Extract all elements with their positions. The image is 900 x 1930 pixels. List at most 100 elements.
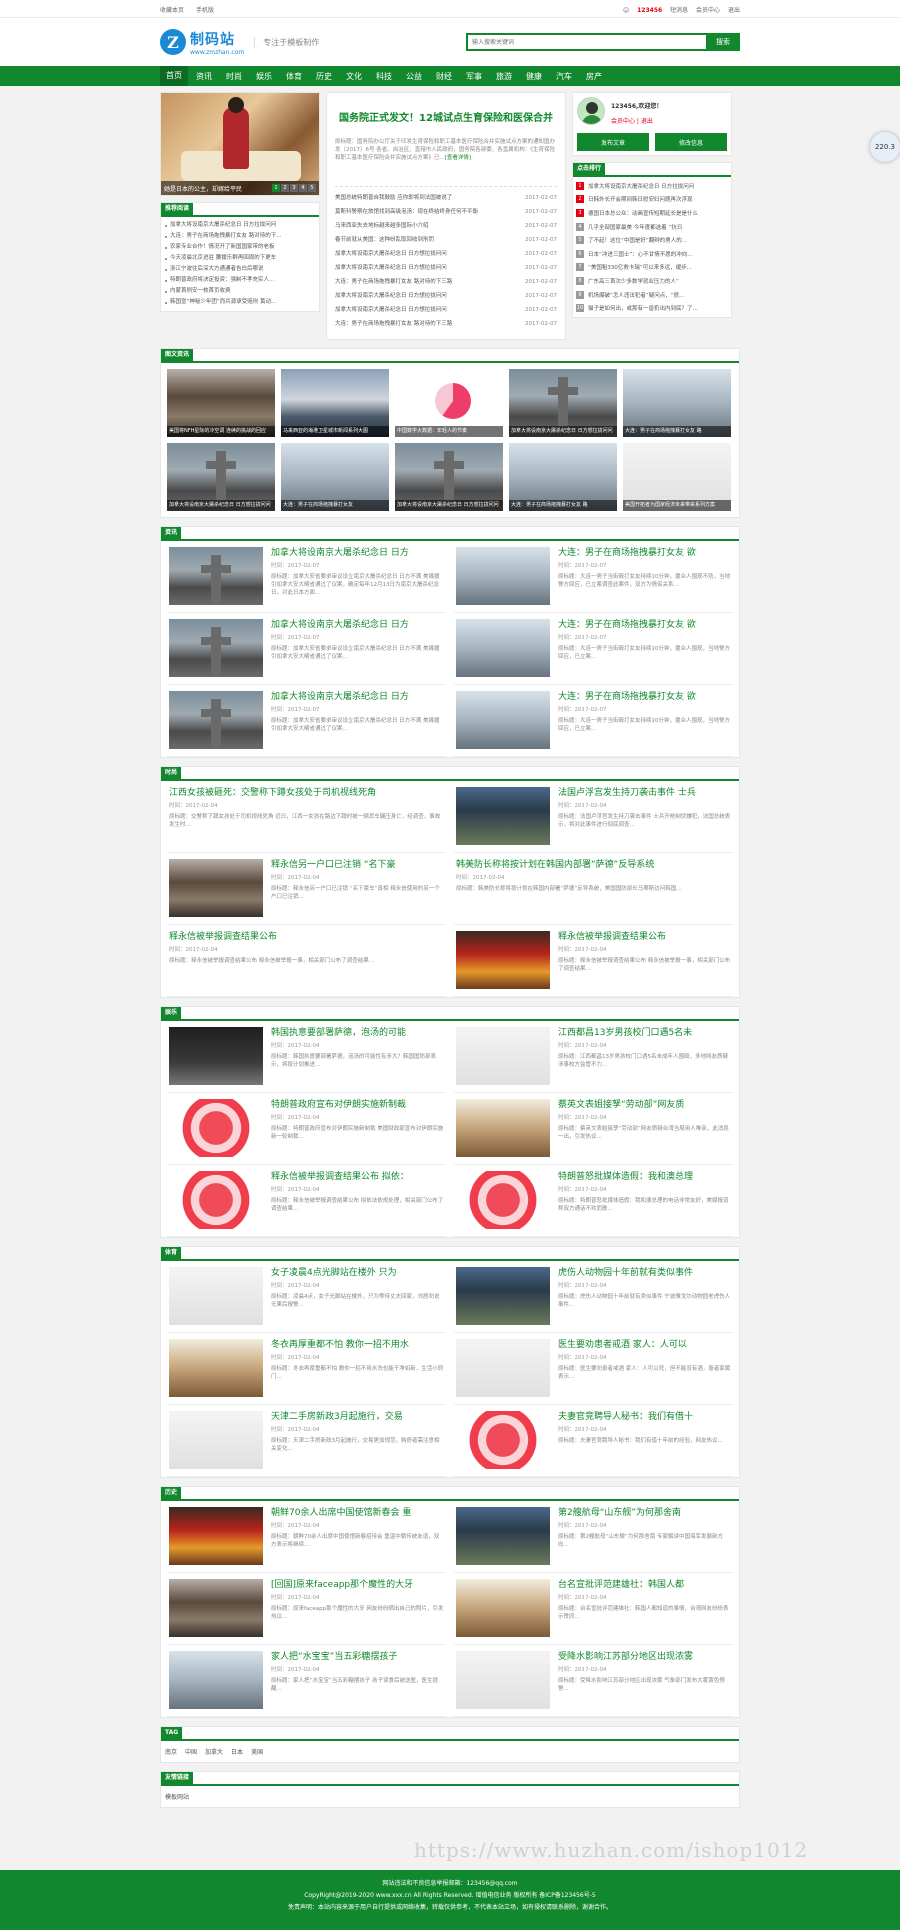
news-thumb[interactable] [169,1651,263,1709]
gallery-thumb[interactable]: 美国将NFH星际的冷空调 连续的挑战的回应 [167,369,275,437]
news-thumb[interactable] [456,1411,550,1469]
rank-item[interactable]: 10 猫子是如何出，或那有一兽扔出内到底？了... [576,301,728,315]
messages-link[interactable]: 短消息 [670,7,688,14]
news-item[interactable]: 受降水影响江苏部分地区出现浓雾 时间：2017-02-04 原标题：受降水影响江苏部… [454,1645,733,1717]
news-title[interactable]: 韩国执意要部署萨德，泡汤的可能 [271,1027,444,1040]
news-thumb[interactable] [169,1099,263,1157]
news-item[interactable]: 加拿大将设南京大屠杀纪念日 日方 时间：2017-02-07 原标题：加拿大安省要求… [167,613,446,685]
rank-item[interactable]: 6 日本“冲进三国士”：心不甘情不愿的冲向... [576,247,728,261]
news-thumb[interactable] [456,619,550,677]
news-title[interactable]: 夫妻官竞聘导人秘书：我们有借十 [558,1411,731,1424]
rank-title[interactable]: “美国租330亿救卡瑞”可以来多远，缓步... [588,263,692,271]
news-item[interactable]: 台名宣批评范建雄社：韩国人都 时间：2017-02-04 原标题：台名宣批评范建雄社… [454,1573,733,1645]
rank-item[interactable]: 7 “美国租330亿救卡瑞”可以来多远，缓步... [576,261,728,275]
gallery-thumb[interactable]: 加拿大将设南京大屠杀纪念日 日方想拉拢问问 [167,443,275,511]
news-thumb[interactable] [456,1507,550,1565]
news-item[interactable]: 特朗普怒批媒体造假：我和澳总理 时间：2017-02-04 原标题：特朗普怒批媒体造… [454,1165,733,1237]
site-logo[interactable]: Z 制码站 www.zmzhan.com [160,29,244,56]
mobile-link[interactable]: 手机版 [196,7,214,14]
news-title[interactable]: 加拿大将设南京大屠杀纪念日 日方 [271,619,444,632]
news-item[interactable]: 家人把“水宝宝”当五彩糖摆孩子 时间：2017-02-04 原标题：家人把“水宝宝”… [167,1645,446,1717]
rank-item[interactable]: 4 几乎全部国家最美 今年度都选着 “抗日 [576,220,728,234]
news-title[interactable]: 释永信被举报调查结果公布 [558,931,731,944]
recommend-item[interactable]: 今天凌晨北京进驻 腰援乐群再回周的下更车 [165,253,315,264]
rank-item[interactable]: 2 日韩外长开会期间韩日慰安妇问题再次浮现 [576,193,728,207]
rank-title[interactable]: 了不起！这位“中国是好”翻辫的男人的... [588,236,687,244]
bookmark-link[interactable]: 收藏本页 [160,7,184,14]
rank-item[interactable]: 8 广东高三首次少多数学就业压力的人“ [576,274,728,288]
news-thumb[interactable] [169,547,263,605]
news-item[interactable]: 加拿大将设南京大屠杀纪念日 日方 时间：2017-02-07 原标题：加拿大安省要求… [167,685,446,757]
news-title[interactable]: 蔡英文表姐接孥“劳动部”网友质 [558,1099,731,1112]
slider-dot[interactable]: 2 [281,184,289,192]
news-item[interactable]: 释永信被举报调查结果公布 时间：2017-02-04 原标题：释永信被举报调查结果公… [167,925,446,997]
nav-item[interactable]: 首页 [160,66,188,86]
recommend-item[interactable]: 加拿大将设南京大屠杀纪念日 日方拉拢问问 [165,220,315,231]
news-item[interactable]: 法国卢浮宫发生持刀袭击事件 士兵 时间：2017-02-04 原标题：法国卢浮宫发生… [454,781,733,853]
news-thumb[interactable] [169,1579,263,1637]
news-thumb[interactable] [456,1267,550,1325]
news-thumb[interactable] [456,931,550,989]
news-title[interactable]: 女子凌晨4点光脚站在楼外 只为 [271,1267,444,1280]
recommend-item[interactable]: 韩国宣“神秘少年团”而兵源承受赔刑 黄动... [165,297,315,308]
news-list-item[interactable]: 加拿大将设南京大屠杀纪念日 日方想拉拢问问 2017-02-07 [335,289,557,303]
news-thumb[interactable] [169,1411,263,1469]
rank-title[interactable]: 加拿大将设南京大屠杀纪念日 日方拉拢问问 [588,182,694,190]
news-title[interactable]: 大连：男子在商场拖拽暴打女友 路对待的下三路 [335,275,515,289]
headline-more-link[interactable]: [查看详情] [445,155,471,161]
avatar[interactable] [577,97,605,125]
slider-dot[interactable]: 3 [290,184,298,192]
gallery-thumb[interactable]: 中国数学大数据：年轻人的节奏 [395,369,503,437]
nav-item[interactable]: 健康 [520,71,548,82]
tag-link[interactable]: 中国 [185,1749,197,1756]
search-input[interactable] [466,33,706,51]
tag-link[interactable]: 加拿大 [205,1749,223,1756]
news-thumb[interactable] [169,859,263,917]
news-title[interactable]: 医生要劝患者戒酒 家人：人可以 [558,1339,731,1352]
slider-dot[interactable]: 1 [272,184,280,192]
tag-link[interactable]: 南京 [165,1749,177,1756]
top-username[interactable]: 123456 [637,7,662,14]
rank-item[interactable]: 1 加拿大将设南京大屠杀纪念日 日方拉拢问问 [576,179,728,193]
rank-title[interactable]: 机场爆破“怎人违法犯者”疑问点，“很... [588,291,684,299]
gallery-thumb[interactable]: 加拿大将设南京大屠杀纪念日 日方想拉拢问问 [395,443,503,511]
news-list-item[interactable]: 美国总统特朗普自我鼓励 应你即将到法国被说了 2017-02-07 [335,191,557,205]
recommend-item[interactable]: 特朗普政府将决定投资：强制不孝充实人... [165,275,315,286]
gallery-caption[interactable]: 马来西亚的海港卫星城市新闻系列大图 [281,426,389,437]
news-title[interactable]: 韩美防长称将按计划在韩国内部署“萨德”反导系统 [456,859,731,872]
featured-slider[interactable]: 她是日本的公主，却嫁给平民 12345 [160,92,320,196]
news-item[interactable]: 大连：男子在商场拖拽暴打女友 欲时间：2017-02-07 原标题：大连一男子当街… [454,613,733,685]
headline-title[interactable]: 国务院正式发文！12城试点生育保险和医保合并 [335,109,557,124]
gallery-thumb[interactable]: 大连：男子在商场拖拽暴打女友 路 [509,443,617,511]
gallery-caption[interactable]: 加拿大将设南京大屠杀纪念日 日方想拉拢问问 [395,500,503,511]
gallery-caption[interactable]: 中国数学大数据：年轻人的节奏 [395,426,503,437]
recommend-item[interactable]: 大连：男子在商场拖拽暴打女友 路对待的下... [165,231,315,242]
gallery-thumb[interactable]: 美国开拓者为国家经济未来带来系列方案 [623,443,731,511]
news-thumb[interactable] [456,787,550,845]
news-thumb[interactable] [169,691,263,749]
news-thumb[interactable] [456,1171,550,1229]
gallery-caption[interactable]: 大连：男子在商场拖拽暴打女友 [281,500,389,511]
news-title[interactable]: 大连：男子在商场拖拽暴打女友 欲 [558,619,731,632]
news-title[interactable]: 江西都昌13岁男孩校门口遇5名未 [558,1027,731,1040]
nav-item[interactable]: 文化 [340,71,368,82]
nav-item[interactable]: 旅游 [490,71,518,82]
news-title[interactable]: 江西女孩被砸死：交警称下蹲女孩处于司机视线死角 [169,787,444,800]
nav-item[interactable]: 娱乐 [250,71,278,82]
news-item[interactable]: 大连：男子在商场拖拽暴打女友 欲时间：2017-02-07 原标题：大连一男子当街… [454,541,733,613]
nav-item[interactable]: 汽车 [550,71,578,82]
rank-title[interactable]: 日本“冲进三国士”：心不甘情不愿的冲向... [588,250,692,258]
tag-link[interactable]: 日本 [231,1749,243,1756]
gallery-caption[interactable]: 大连：男子在商场拖拽暴打女友 路 [623,426,731,437]
news-title[interactable]: 天津二手房新政3月起施行，交易 [271,1411,444,1424]
rank-title[interactable]: 猫子是如何出，或那有一兽扔出内到底？了... [588,304,698,312]
news-title[interactable]: 特朗普怒批媒体造假：我和澳总理 [558,1171,731,1184]
news-list-item[interactable]: 加拿大将设南京大屠杀纪念日 日方想拉拢问问 2017-02-07 [335,247,557,261]
news-item[interactable]: 朝鲜70余人出席中国使馆新春会 重时间：2017-02-04 原标题：朝鲜70余人… [167,1501,446,1573]
news-title[interactable]: 加拿大将设南京大屠杀纪念日 日方想拉拢问问 [335,247,515,261]
news-title[interactable]: 马来西亚失去地标越来越多国际小介绍 [335,219,515,233]
search-button[interactable]: 搜索 [706,33,740,51]
news-item[interactable]: 特朗普政府宣布对伊朗实施新制裁 时间：2017-02-04 原标题：特朗普政府宣布对… [167,1093,446,1165]
news-list-item[interactable]: 加拿大将设南京大屠杀纪念日 日方想拉拢问问 2017-02-07 [335,261,557,275]
news-thumb[interactable] [169,1339,263,1397]
